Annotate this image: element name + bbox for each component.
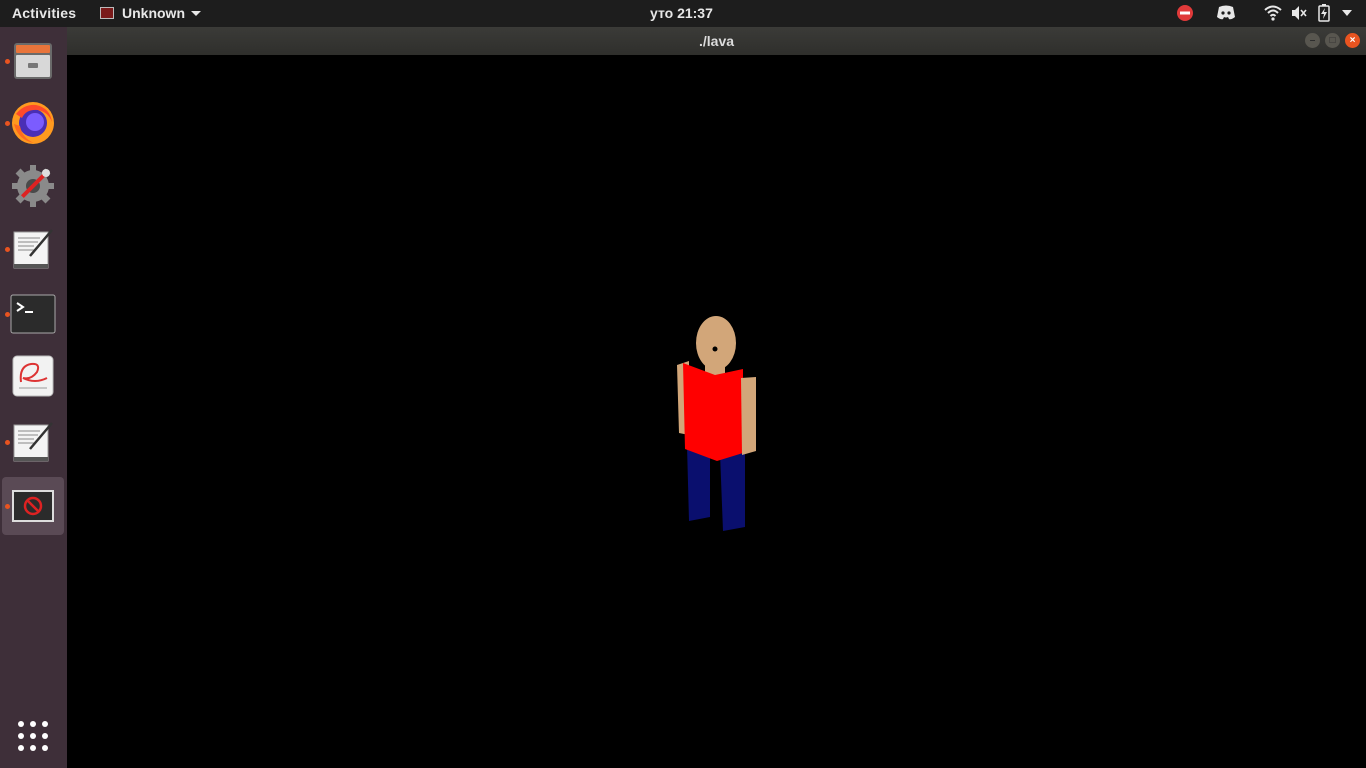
top-bar: Activities Unknown уто 21:37 [0, 0, 1366, 27]
character-eye [712, 346, 718, 352]
activities-button[interactable]: Activities [12, 5, 76, 21]
firefox-icon [12, 102, 54, 144]
character-right-arm [741, 377, 756, 455]
running-indicator [5, 247, 10, 252]
character-right-leg [720, 447, 745, 531]
window-titlebar[interactable]: ./lava – □ × [67, 27, 1366, 55]
unknown-app-icon [12, 490, 54, 522]
volume-muted-icon[interactable] [1290, 3, 1308, 23]
dock-item-settings[interactable] [2, 157, 64, 215]
app-menu-label: Unknown [122, 5, 185, 21]
dock-item-document-viewer[interactable] [2, 347, 64, 405]
app-menu-icon [100, 7, 114, 19]
document-viewer-icon [12, 355, 54, 397]
do-not-disturb-icon[interactable] [1176, 3, 1194, 23]
file-cabinet-icon [14, 43, 52, 79]
close-button[interactable]: × [1345, 33, 1360, 48]
system-tray[interactable] [1162, 3, 1352, 23]
running-indicator [5, 440, 10, 445]
wifi-icon[interactable] [1264, 3, 1282, 23]
dock-item-firefox[interactable] [2, 94, 64, 152]
running-indicator [5, 312, 10, 317]
dock [0, 27, 67, 768]
running-indicator [5, 121, 10, 126]
window-controls: – □ × [1300, 33, 1360, 48]
minimize-button[interactable]: – [1305, 33, 1320, 48]
discord-icon[interactable] [1216, 3, 1236, 23]
character [677, 316, 756, 531]
settings-tools-icon [12, 165, 54, 207]
character-shirt [683, 363, 743, 461]
battery-charging-icon[interactable] [1318, 3, 1330, 23]
text-editor-icon [13, 422, 53, 462]
game-viewport[interactable] [67, 55, 1366, 768]
text-editor-icon [13, 229, 53, 269]
running-indicator [5, 59, 10, 64]
dock-item-text-editor[interactable] [2, 220, 64, 278]
app-menu[interactable]: Unknown [100, 5, 201, 21]
window-title: ./lava [698, 33, 735, 49]
grid-icon [18, 721, 48, 751]
terminal-icon [10, 294, 56, 334]
running-indicator [5, 504, 10, 509]
clock[interactable]: уто 21:37 [650, 5, 713, 21]
chevron-down-icon [191, 10, 201, 16]
show-applications-button[interactable] [16, 719, 50, 753]
dock-item-terminal[interactable] [2, 285, 64, 343]
dock-item-lava-app[interactable] [2, 477, 64, 535]
dock-item-files[interactable] [2, 32, 64, 90]
dock-item-text-editor-2[interactable] [2, 413, 64, 471]
system-menu-arrow-icon[interactable] [1342, 3, 1352, 23]
maximize-button[interactable]: □ [1325, 33, 1340, 48]
